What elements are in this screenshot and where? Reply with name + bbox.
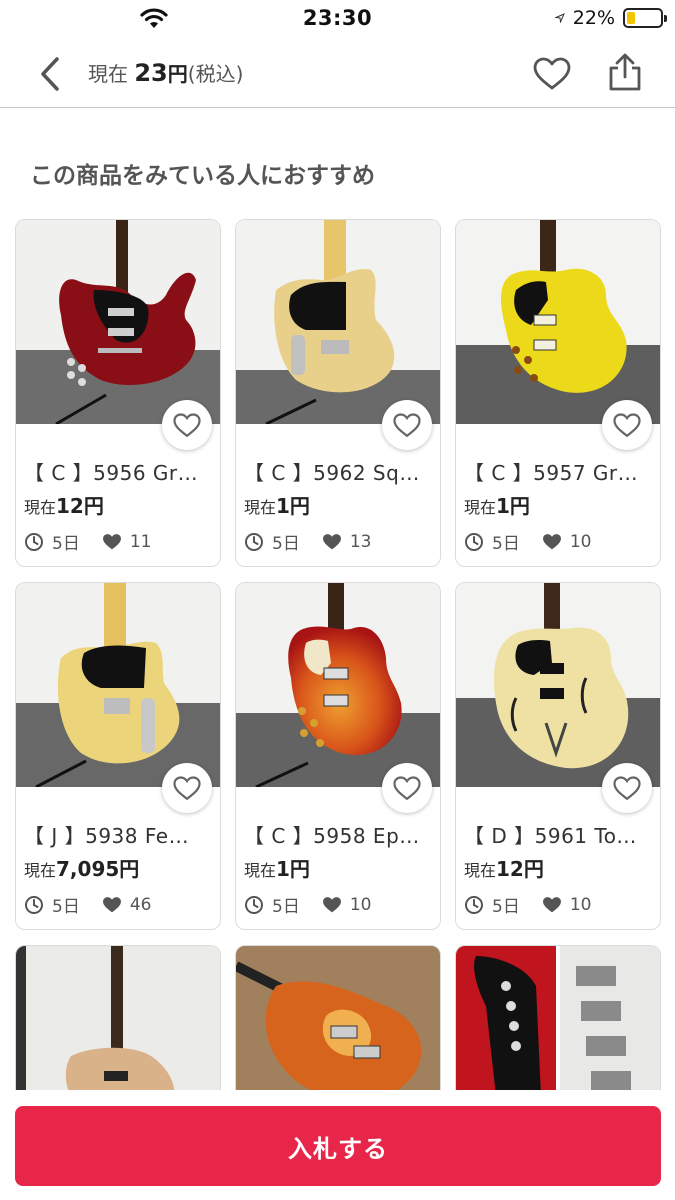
heart-outline-icon: [393, 775, 421, 800]
share-icon: [609, 53, 641, 91]
product-title[interactable]: 【 C 】5957 Gr…: [464, 457, 654, 486]
price-label: 現在: [464, 861, 497, 880]
current-price: 現在 23円(税込): [88, 58, 243, 87]
clock-icon: [25, 895, 43, 914]
favorite-button[interactable]: [382, 400, 432, 450]
days-left: 5日: [272, 897, 300, 917]
product-meta: 5日 13: [244, 529, 371, 554]
recommend-grid: 【 C 】5956 Gr… 現在12円 5日 11 【 C 】5962 Sq… …: [15, 219, 661, 1145]
tax-note: (税込): [187, 62, 244, 86]
price-label: 現在: [88, 62, 128, 86]
product-meta: 5日 46: [24, 892, 151, 917]
days-left: 5日: [492, 534, 520, 554]
heart-outline-icon: [613, 775, 641, 800]
price-unit: 円: [167, 62, 188, 86]
product-price: 現在12円: [464, 853, 544, 882]
like-count: 10: [569, 531, 592, 552]
favorite-button[interactable]: [602, 400, 652, 450]
clock-icon: [465, 895, 483, 914]
clock-icon: [25, 532, 43, 551]
product-image: [16, 220, 220, 424]
days-left: 5日: [52, 897, 80, 917]
heart-filled-icon: [322, 533, 341, 549]
heart-outline-icon: [393, 412, 421, 437]
watchlist-button[interactable]: [530, 52, 574, 96]
price-label: 現在: [244, 861, 277, 880]
product-card[interactable]: 【 D 】5961 To… 現在12円 5日 10: [455, 582, 661, 930]
product-title[interactable]: 【 D 】5961 To…: [464, 820, 654, 849]
product-price: 現在1円: [244, 490, 310, 519]
price-value: 1円: [496, 494, 530, 518]
chevron-left-icon: [41, 57, 59, 91]
product-card[interactable]: 【 J 】5938 Fe… 現在7,095円 5日 46: [15, 582, 221, 930]
clock-icon: [245, 532, 263, 551]
price-label: 現在: [244, 498, 277, 517]
like-count: 11: [129, 531, 152, 552]
recommend-section-title: この商品をみている人におすすめ: [30, 163, 375, 189]
like-count: 46: [129, 894, 152, 915]
product-title[interactable]: 【 J 】5938 Fe…: [24, 820, 214, 849]
product-meta: 5日 10: [244, 892, 371, 917]
price-value: 12円: [56, 494, 104, 518]
heart-filled-icon: [542, 533, 561, 549]
product-title[interactable]: 【 C 】5956 Gr…: [24, 457, 214, 486]
clock-icon: [245, 895, 263, 914]
product-price: 現在12円: [24, 490, 104, 519]
days-left: 5日: [272, 534, 300, 554]
product-meta: 5日 11: [24, 529, 151, 554]
product-card[interactable]: 【 C 】5957 Gr… 現在1円 5日 10: [455, 219, 661, 567]
product-title[interactable]: 【 C 】5962 Sq…: [244, 457, 434, 486]
back-button[interactable]: [30, 52, 70, 96]
price-value: 23: [134, 59, 168, 87]
product-card[interactable]: 【 C 】5962 Sq… 現在1円 5日 13: [235, 219, 441, 567]
product-image: [16, 583, 220, 787]
price-label: 現在: [24, 861, 57, 880]
price-label: 現在: [464, 498, 497, 517]
product-title[interactable]: 【 C 】5958 Ep…: [244, 820, 434, 849]
price-value: 1円: [276, 857, 310, 881]
product-card[interactable]: 【 C 】5958 Ep… 現在1円 5日 10: [235, 582, 441, 930]
clock-icon: [465, 532, 483, 551]
battery-icon: [623, 8, 667, 28]
heart-filled-icon: [102, 533, 121, 549]
heart-outline-icon: [613, 412, 641, 437]
like-count: 13: [349, 531, 372, 552]
heart-outline-icon: [173, 775, 201, 800]
product-price: 現在1円: [464, 490, 530, 519]
price-value: 12円: [496, 857, 544, 881]
days-left: 5日: [52, 534, 80, 554]
product-card[interactable]: 【 C 】5956 Gr… 現在12円 5日 11: [15, 219, 221, 567]
heart-outline-icon: [173, 412, 201, 437]
favorite-button[interactable]: [162, 763, 212, 813]
favorite-button[interactable]: [602, 763, 652, 813]
location-icon: [554, 13, 565, 23]
product-image: [236, 220, 440, 424]
favorite-button[interactable]: [162, 400, 212, 450]
product-image: [456, 220, 660, 424]
product-meta: 5日 10: [464, 529, 591, 554]
status-bar: 23:30 22%: [0, 0, 675, 40]
like-count: 10: [569, 894, 592, 915]
product-image: [456, 583, 660, 787]
heart-outline-icon: [533, 57, 571, 90]
price-label: 現在: [24, 498, 57, 517]
heart-filled-icon: [542, 896, 561, 912]
like-count: 10: [349, 894, 372, 915]
share-button[interactable]: [603, 50, 647, 94]
heart-filled-icon: [102, 896, 121, 912]
bottom-bar: 入札する: [0, 1090, 675, 1200]
product-price: 現在7,095円: [24, 853, 139, 882]
days-left: 5日: [492, 897, 520, 917]
heart-filled-icon: [322, 896, 341, 912]
price-value: 1円: [276, 494, 310, 518]
bid-button[interactable]: 入札する: [15, 1106, 661, 1186]
product-price: 現在1円: [244, 853, 310, 882]
price-value: 7,095円: [56, 857, 140, 881]
favorite-button[interactable]: [382, 763, 432, 813]
battery-percent: 22%: [572, 7, 615, 29]
product-image: [236, 583, 440, 787]
header: 現在 23円(税込): [0, 40, 675, 108]
product-meta: 5日 10: [464, 892, 591, 917]
